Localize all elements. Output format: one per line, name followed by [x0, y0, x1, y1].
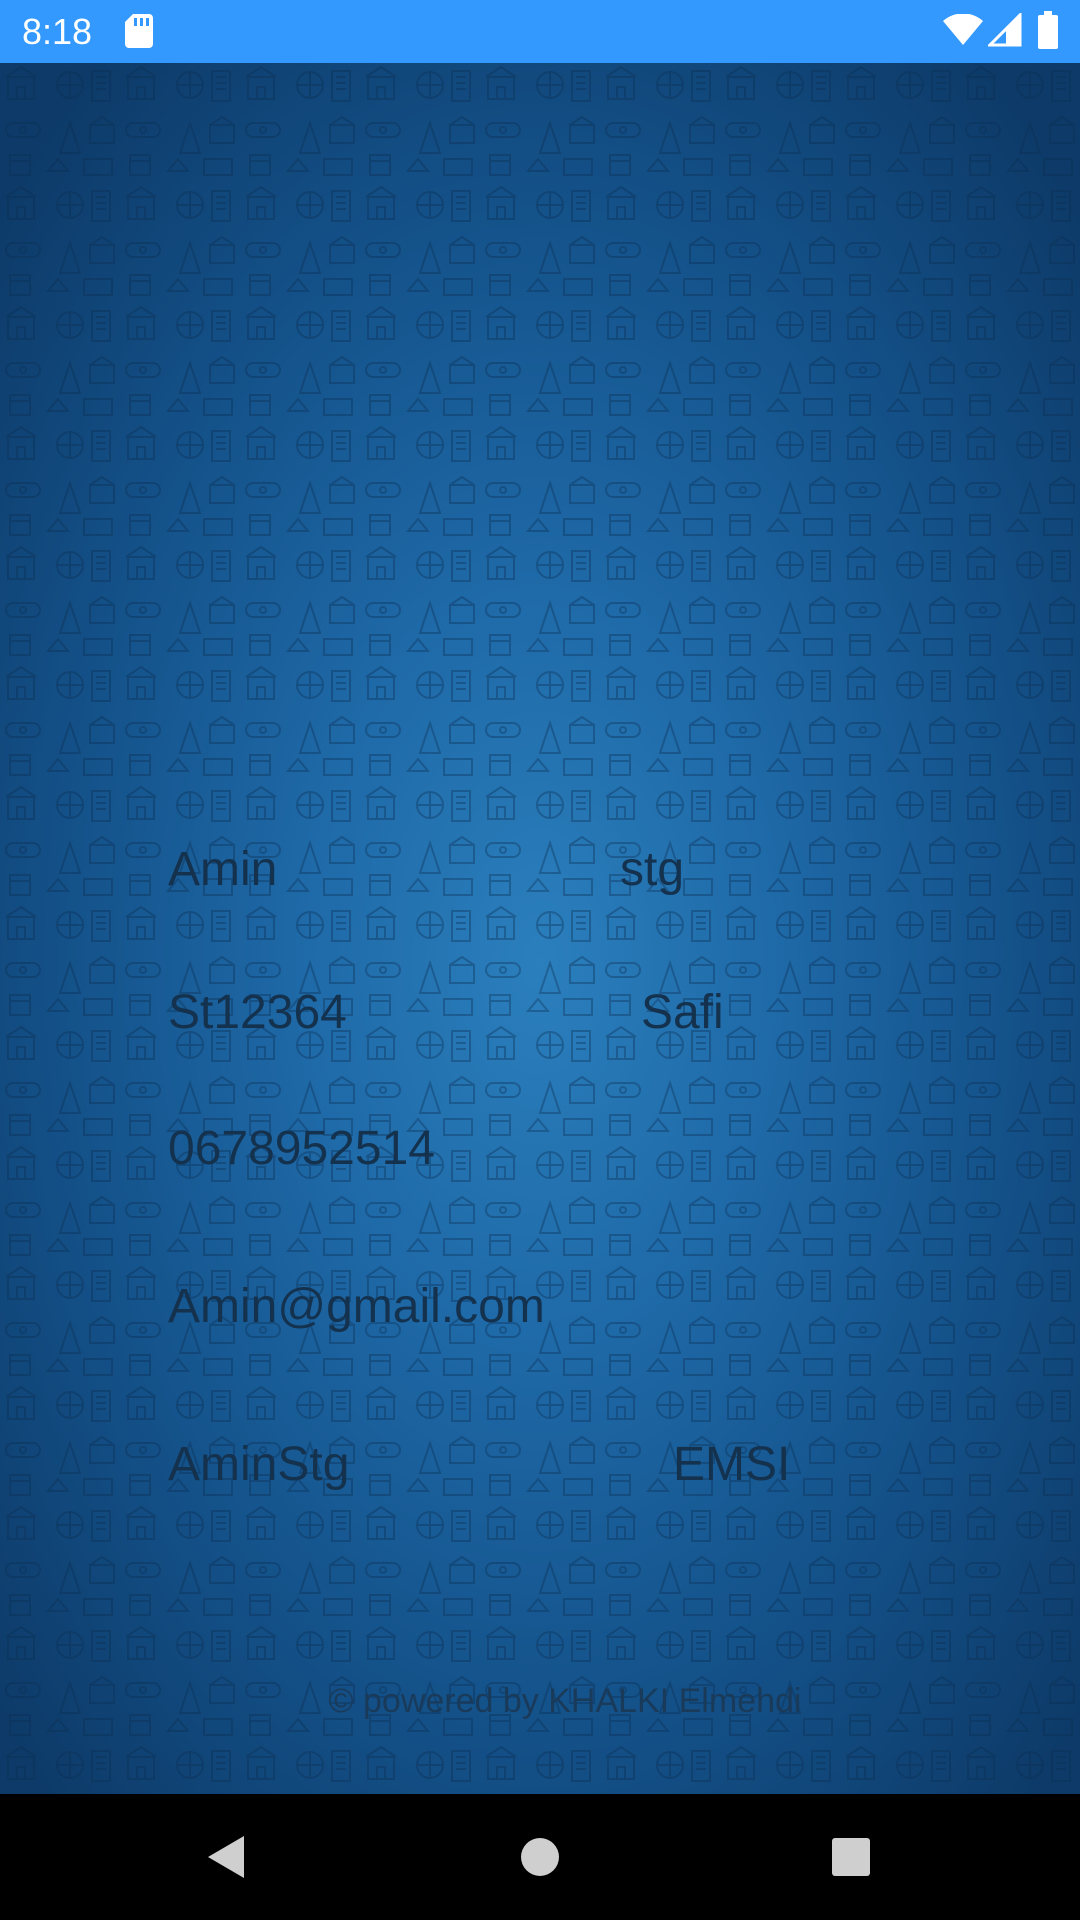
username-text: AminStg	[168, 1438, 350, 1491]
battery-icon	[1038, 11, 1058, 49]
first-name-text: Amin	[168, 843, 278, 896]
status-time: 8:18	[22, 11, 93, 52]
back-icon[interactable]	[190, 1822, 260, 1892]
recents-icon[interactable]	[816, 1822, 886, 1892]
wifi-icon	[943, 14, 983, 45]
sd-card-icon	[125, 14, 153, 48]
navigation-bar	[0, 1794, 1080, 1920]
app-screen: 8:18 Amin stg St12364 Safi 0678952514 Am…	[0, 0, 1080, 1920]
background-pattern	[0, 63, 1080, 1794]
email-text: Amin@gmail.com	[168, 1280, 545, 1333]
home-icon[interactable]	[505, 1822, 575, 1892]
footer-credit: © powered by KHALKI Elmehdi	[328, 1682, 802, 1720]
phone-text: 0678952514	[168, 1122, 435, 1175]
last-name-text: stg	[620, 843, 685, 896]
cellular-signal-icon	[988, 13, 1022, 47]
city-text: Safi	[641, 986, 724, 1039]
status-bar: 8:18	[0, 0, 1080, 63]
school-text: EMSI	[673, 1438, 791, 1491]
profile-screen: Amin stg St12364 Safi 0678952514 Amin@gm…	[0, 63, 1080, 1794]
student-id-text: St12364	[168, 986, 347, 1039]
